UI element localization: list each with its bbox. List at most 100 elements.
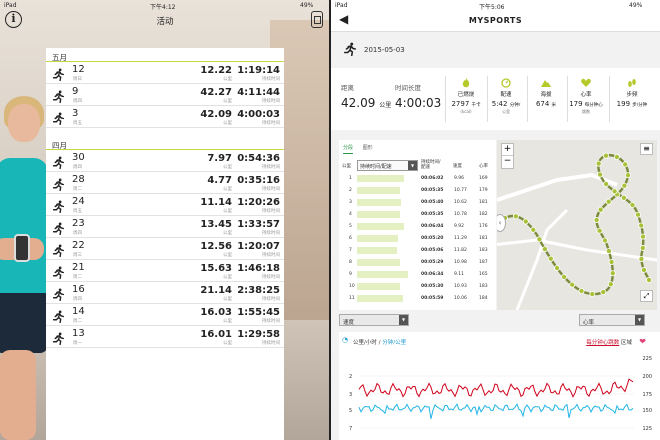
distance-unit: 公里 [223,209,232,214]
split-km: 10 [349,284,355,289]
split-row[interactable]: 10 00:05:30 10.93 183 [339,282,496,291]
activity-weekday: 周四 [73,297,82,302]
distance-unit: 公里 [223,165,232,170]
zoom-controls: + − [501,143,514,169]
duration-unit: 持续时间 [262,275,280,280]
activity-distance: 13.45 [200,219,232,230]
activity-weekday: 周二 [73,319,82,324]
map-menu-icon[interactable]: ≡ [640,143,653,155]
activity-list: 五月 12 周日 12.22 公里 1:19:14 持续时间 9 周四 42.27 公里 4:11:4… [46,48,284,440]
activity-row[interactable]: 3 周五 42.09 公里 4:00:03 持续时间 [46,106,284,128]
activity-row[interactable]: 21 周二 15.63 公里 1:46:18 持续时间 [46,260,284,282]
pace-bar [357,259,400,266]
activity-row[interactable]: 23 周四 13.45 公里 1:33:57 持续时间 [46,216,284,238]
running-icon [52,308,65,324]
route-marker [640,266,647,273]
split-row[interactable]: 2 00:05:35 10.77 179 [339,186,496,195]
activity-row[interactable]: 22 周三 12.56 公里 1:20:07 持续时间 [46,238,284,260]
activity-day: 3 [72,108,79,119]
split-heart-rate: 183 [479,248,488,253]
activity-row[interactable]: 24 周五 11.14 公里 1:20:26 持续时间 [46,194,284,216]
split-duration: 00:06:02 [421,176,444,181]
activity-row[interactable]: 13 周一 16.01 公里 1:29:58 持续时间 [46,326,284,348]
route-marker [621,182,628,189]
route-marker [608,259,615,266]
split-row[interactable]: 7 00:05:06 11.82 183 [339,246,496,255]
route-marker [589,291,596,298]
activity-row[interactable]: 14 周二 16.03 公里 1:55:45 持续时间 [46,304,284,326]
split-row[interactable]: 4 00:05:35 10.78 182 [339,210,496,219]
activity-row[interactable]: 12 周日 12.22 公里 1:19:14 持续时间 [46,62,284,84]
stat-distance: 距离 42.09 公里 [341,84,392,110]
activity-row[interactable]: 16 周四 21.14 公里 2:38:25 持续时间 [46,282,284,304]
mountain-icon [541,80,551,87]
split-km: 9 [349,272,352,277]
activity-weekday: 周四 [73,165,82,170]
distance-unit: 公里 [223,187,232,192]
split-row[interactable]: 3 00:05:40 10.62 181 [339,198,496,207]
header-heart-rate: 心率 [479,164,488,169]
activity-duration: 0:54:36 [237,153,280,164]
split-row[interactable]: 6 00:05:20 11.29 181 [339,234,496,243]
stats-separator [445,76,446,122]
left-metric-select[interactable]: 速度 ▼ [339,314,409,326]
route-map[interactable]: + − ≡ ‹ ⤢ [497,140,657,310]
metric-select[interactable]: 持续时间/配速 ▼ [357,160,418,171]
split-row[interactable]: 11 00:05:59 10.06 184 [339,294,496,303]
running-icon [52,176,65,192]
running-icon [52,242,65,258]
activity-day: 30 [72,152,85,163]
split-duration: 00:05:59 [421,296,444,301]
duration-unit: 持续时间 [262,297,280,302]
pace-bar [357,247,397,254]
tab-graph[interactable]: 图形 [363,144,373,153]
activity-row[interactable]: 9 周四 42.27 公里 4:11:44 持续时间 [46,84,284,106]
activity-distance: 7.97 [207,153,232,164]
split-row[interactable]: 8 00:05:29 10.98 187 [339,258,496,267]
pace-bar [357,271,408,278]
zoom-in-button[interactable]: + [502,144,513,156]
split-speed: 10.06 [454,296,467,301]
stat-heart-rate: 心率 179 每分钟心 跳数 [567,78,605,115]
duration-unit: 持续时间 [262,209,280,214]
route-marker [639,244,646,251]
route-marker [536,236,543,243]
route-marker [541,246,548,253]
watch-sync-button[interactable] [311,11,323,28]
right-metric-select[interactable]: 心率 ▼ [579,314,645,326]
running-icon [52,330,65,346]
activity-distance: 12.22 [200,65,232,76]
split-row[interactable]: 9 00:06:34 9.11 165 [339,270,496,279]
heart-icon [581,78,591,87]
activity-row[interactable]: 30 周四 7.97 公里 0:54:36 持续时间 [46,150,284,172]
duration-unit: 持续时间 [262,187,280,192]
split-heart-rate: 181 [479,236,488,241]
split-speed: 9.92 [454,224,465,229]
split-km: 4 [349,212,352,217]
activity-distance: 12.56 [200,241,232,252]
tab-splits[interactable]: 分段 [343,144,354,154]
running-icon [52,66,65,82]
distance-unit: 公里 [223,275,232,280]
running-icon [52,110,65,126]
activity-row[interactable]: 28 周二 4.77 公里 0:35:16 持续时间 [46,172,284,194]
device-label: iPad [4,2,17,9]
month-header: 五月 [46,48,284,62]
split-speed: 10.93 [454,284,467,289]
split-km: 8 [349,260,352,265]
split-heart-rate: 165 [479,272,488,277]
stat-climb: 海拔 674 米 [527,78,565,108]
duration-unit: 持续时间 [262,253,280,258]
fullscreen-icon[interactable]: ⤢ [640,290,653,302]
split-duration: 00:05:40 [421,200,444,205]
activity-day: 22 [72,240,85,251]
activity-distance: 16.01 [200,329,232,340]
pace-bar [357,211,400,218]
activity-duration: 1:20:26 [237,197,280,208]
route-marker [578,287,585,294]
split-row[interactable]: 1 00:06:02 9.96 169 [339,174,496,183]
zoom-out-button[interactable]: − [502,156,513,168]
page-title: MYSPORTS [468,16,523,25]
route-marker [611,188,618,195]
split-row[interactable]: 5 00:06:04 9.92 176 [339,222,496,231]
